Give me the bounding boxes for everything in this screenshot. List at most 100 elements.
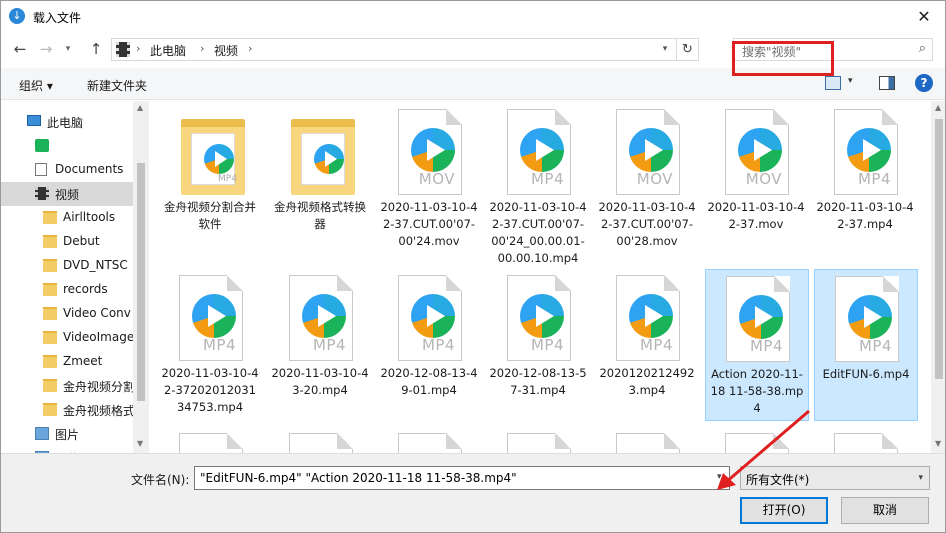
folder-icon [43,355,57,368]
search-input[interactable]: 搜索"视频" ⌕ [733,38,933,61]
file-item[interactable]: MOV 2020-11-03-10-42-37.CUT.00'07-00'28.m… [596,103,700,263]
video-file-icon [501,433,577,453]
scroll-down-arrow[interactable]: ▼ [935,439,941,448]
scrollbar-thumb[interactable] [137,163,145,401]
file-type-select[interactable]: 所有文件(*) ▾ [740,466,930,490]
video-file-icon: MP4 [828,109,904,195]
folder-icon [43,379,57,392]
filename-dropdown[interactable]: ▾ [717,472,722,482]
sidebar-item[interactable]: 金舟视频格式 [1,398,135,422]
file-list-scrollbar[interactable]: ▲ ▼ [931,101,945,453]
preview-pane-icon[interactable] [879,76,895,90]
scroll-up-arrow[interactable]: ▲ [935,103,941,112]
chevron-down-icon: ▾ [918,473,923,483]
file-name: 2020-11-03-10-42-37.CUT.00'07-00'28.mov [598,200,696,248]
sidebar-item[interactable]: Documents [1,158,133,182]
file-item[interactable]: MOV 2020-11-03-10-42-37.mov [705,103,809,263]
file-item[interactable]: MOV 2020-11-03-10-42-37.CUT.00'07-00'24.m… [378,103,482,263]
address-bar[interactable]: › 此电脑 › 视频 › ▾ ↻ [111,38,699,61]
file-extension-label: MP4 [421,336,455,354]
sidebar-item[interactable]: 下载 [1,446,133,453]
sidebar-item[interactable]: 金舟视频分割 [1,374,135,398]
view-options-dropdown[interactable]: ▾ [848,76,853,86]
video-file-icon: MP4 [720,276,796,362]
title-bar: ↓ 载入文件 ✕ [1,1,945,32]
breadcrumb-videos[interactable]: 视频 [214,42,238,59]
folder-item[interactable]: MP4 金舟视频分割合并软件 [159,103,263,263]
file-item[interactable] [159,427,263,453]
file-type-value: 所有文件(*) [746,473,810,487]
filename-input[interactable]: "EditFUN-6.mp4" "Action 2020-11-18 11-58… [194,466,730,490]
help-icon[interactable]: ? [915,74,933,92]
file-name: 2020-11-03-10-42-37.CUT.00'07-00'24.mov [380,200,478,248]
document-icon [35,163,47,176]
file-name: 2020-11-03-10-42-37.CUT.00'07-00'24_00.0… [489,200,587,265]
up-button[interactable]: ↑ [85,39,107,59]
cancel-button[interactable]: 取消 [841,497,929,524]
sidebar-item[interactable]: Zmeet [1,350,133,374]
forward-button[interactable]: → [35,39,57,59]
breadcrumb-separator[interactable]: › [200,42,204,55]
file-item[interactable]: MP4 Action 2020-11-18 11-58-38.mp4 [705,269,809,421]
sidebar-item[interactable]: 此电脑 [1,110,133,134]
play-icon [520,294,564,338]
play-icon [411,128,455,172]
folder-icon: MP4 [173,109,249,195]
video-file-icon [283,433,359,453]
file-item[interactable] [487,427,591,453]
scroll-up-arrow[interactable]: ▲ [137,103,143,112]
sidebar-item-label: Airlltools [63,210,116,224]
file-item[interactable]: MP4 2020-12-08-13-49-01.mp4 [378,269,482,421]
video-file-icon [392,433,468,453]
back-button[interactable]: ← [9,39,31,59]
new-folder-button[interactable]: 新建文件夹 [87,77,147,94]
video-file-icon [719,433,795,453]
file-item[interactable] [596,427,700,453]
file-item[interactable] [269,427,373,453]
video-file-icon [610,433,686,453]
sidebar-item-label: Documents [55,162,124,176]
file-item[interactable]: MP4 2020-12-08-13-57-31.mp4 [487,269,591,421]
navigation-pane: 此电脑 Documents 视频 Airlltools Debut DVD_NTSC rec… [1,101,149,453]
play-icon [520,128,564,172]
breadcrumb-separator[interactable]: › [248,42,252,55]
video-file-icon: MOV [610,109,686,195]
breadcrumb-separator[interactable]: › [136,42,140,55]
file-item[interactable] [705,427,809,453]
file-item[interactable]: MP4 2020-11-03-10-42-37.mp4 [814,103,918,263]
organize-menu[interactable]: 组织 ▾ [19,77,53,94]
folder-icon [43,235,57,248]
file-item[interactable] [814,427,918,453]
sidebar-scrollbar[interactable]: ▲ ▼ [133,101,149,453]
file-item[interactable]: MP4 2020-11-03-10-42-37.CUT.00'07-00'24_0… [487,103,591,265]
sidebar-item[interactable]: 视频 [1,182,133,206]
folder-item[interactable]: 金舟视频格式转换器 [269,103,373,263]
sidebar-item[interactable]: Debut [1,230,133,254]
sidebar-item[interactable]: Video Conv [1,302,133,326]
scroll-down-arrow[interactable]: ▼ [137,439,143,448]
recent-locations-dropdown[interactable]: ▾ [61,39,75,59]
sidebar-item[interactable]: 图片 [1,422,133,446]
file-item[interactable] [378,427,482,453]
open-button[interactable]: 打开(O) [740,497,828,524]
breadcrumb-this-pc[interactable]: 此电脑 [150,42,186,59]
close-button[interactable]: ✕ [901,1,945,32]
sidebar-item[interactable]: records [1,278,133,302]
file-extension-label: MP4 [530,170,564,188]
scrollbar-thumb[interactable] [935,119,943,379]
file-item[interactable]: MP4 EditFUN-6.mp4 [814,269,918,421]
file-item[interactable]: MP4 2020-11-03-10-42-3720201203134753.mp4 [159,269,263,421]
sidebar-item[interactable] [1,134,133,158]
file-name: 2020-12-08-13-57-31.mp4 [489,366,587,397]
file-name: 20201202124923.mp4 [599,366,695,397]
sidebar-item[interactable]: DVD_NTSC [1,254,133,278]
view-mode-icon[interactable] [825,76,841,90]
address-dropdown-button[interactable]: ▾ [656,39,674,60]
folder-icon [43,259,57,272]
refresh-button[interactable]: ↻ [676,39,698,60]
sidebar-item[interactable]: Airlltools [1,206,133,230]
sidebar-item[interactable]: VideoImage [1,326,134,350]
file-item[interactable]: MP4 20201202124923.mp4 [596,269,700,421]
video-file-icon: MP4 [501,275,577,361]
file-item[interactable]: MP4 2020-11-03-10-43-20.mp4 [269,269,373,421]
